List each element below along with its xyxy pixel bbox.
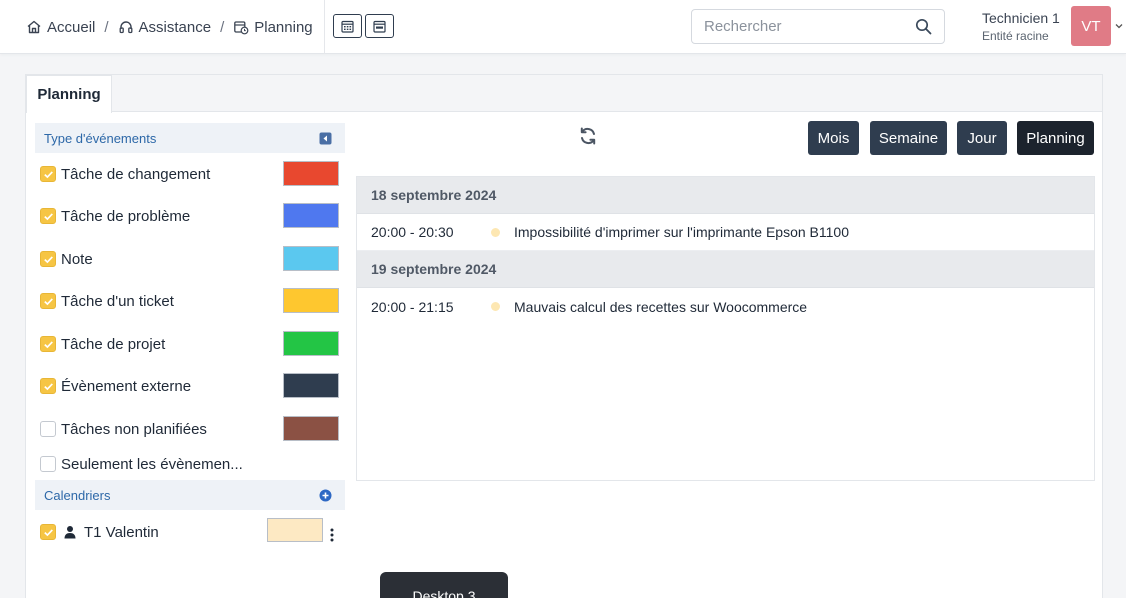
- check-icon: [43, 340, 53, 348]
- view-planning-button[interactable]: Planning: [1017, 121, 1094, 155]
- calendar-checkbox[interactable]: [40, 524, 56, 540]
- refresh-icon[interactable]: [578, 126, 598, 146]
- view-week-button[interactable]: Semaine: [870, 121, 947, 155]
- view-month-button[interactable]: Mois: [808, 121, 859, 155]
- agenda-date-header: 19 septembre 2024: [357, 251, 1094, 288]
- user-icon: [64, 526, 76, 539]
- check-icon: [43, 212, 53, 220]
- breadcrumb-item-planning[interactable]: Planning: [233, 18, 313, 36]
- header-divider: [324, 0, 325, 54]
- calendars-header: Calendriers: [35, 480, 345, 510]
- agenda-event[interactable]: 20:00 - 21:15 Mauvais calcul des recette…: [357, 288, 1094, 325]
- check-icon: [43, 297, 53, 305]
- calendars-title: Calendriers: [44, 487, 111, 503]
- event-type-label: Note: [61, 250, 93, 268]
- event-type-color-swatch[interactable]: [283, 331, 339, 356]
- event-color-dot: [491, 302, 500, 311]
- calendar-grid-icon: [341, 20, 354, 33]
- breadcrumb-label: Accueil: [47, 18, 96, 36]
- kebab-menu-icon[interactable]: [329, 527, 335, 543]
- event-type-label: Tâche d'un ticket: [61, 292, 174, 310]
- breadcrumb-item-accueil[interactable]: Accueil: [26, 19, 95, 36]
- event-type-checkbox[interactable]: [40, 421, 56, 437]
- add-circle-icon[interactable]: [319, 489, 332, 502]
- breadcrumb-label: Planning: [254, 18, 313, 36]
- only-events-row[interactable]: Seulement les évènemen...: [40, 453, 340, 475]
- event-type-color-swatch[interactable]: [283, 203, 339, 228]
- chevron-down-icon[interactable]: [1114, 21, 1124, 31]
- event-type-color-swatch[interactable]: [283, 288, 339, 313]
- view-day-button[interactable]: Jour: [957, 121, 1007, 155]
- calendar-label: T1 Valentin: [84, 523, 159, 541]
- agenda-event[interactable]: 20:00 - 20:30 Impossibilité d'imprimer s…: [357, 214, 1094, 251]
- event-type-checkbox[interactable]: [40, 293, 56, 309]
- event-type-label: Tâche de changement: [61, 165, 211, 183]
- breadcrumb-label: Assistance: [138, 18, 212, 36]
- event-type-color-swatch[interactable]: [283, 161, 339, 186]
- taskbar-tooltip: Desktop 3: [380, 572, 508, 598]
- only-events-checkbox[interactable]: [40, 456, 56, 472]
- calendar-day-button[interactable]: [365, 14, 394, 38]
- event-type-checkbox[interactable]: [40, 251, 56, 267]
- calendar-day-icon: [373, 20, 386, 33]
- event-type-color-swatch[interactable]: [283, 373, 339, 398]
- user-menu[interactable]: Technicien 1 Entité racine: [982, 10, 1060, 43]
- event-color-dot: [491, 228, 500, 237]
- check-icon: [43, 255, 53, 263]
- event-type-checkbox[interactable]: [40, 208, 56, 224]
- event-type-checkbox[interactable]: [40, 378, 56, 394]
- event-type-label: Tâche de projet: [61, 335, 166, 353]
- breadcrumb-item-assistance[interactable]: Assistance: [118, 18, 212, 36]
- agenda-date-header: 18 septembre 2024: [357, 177, 1094, 214]
- search-box: [691, 9, 945, 44]
- event-types-header: Type d'événements: [35, 123, 345, 153]
- avatar[interactable]: VT: [1071, 6, 1111, 46]
- event-type-label: Évènement externe: [61, 377, 192, 395]
- event-type-color-swatch[interactable]: [283, 416, 339, 441]
- calendar-clock-icon: [234, 21, 249, 35]
- tab-planning[interactable]: Planning: [26, 75, 112, 113]
- agenda-list: 18 septembre 2024 20:00 - 20:30 Impossib…: [356, 176, 1095, 481]
- headset-icon: [119, 21, 132, 34]
- top-header: Accueil / Assistance / Planning Technici…: [0, 0, 1126, 54]
- only-events-label: Seulement les évènemen...: [61, 455, 243, 473]
- check-icon: [43, 170, 53, 178]
- event-title: Mauvais calcul des recettes sur Woocomme…: [514, 298, 808, 315]
- home-icon: [27, 20, 41, 34]
- user-entity: Entité racine: [982, 29, 1049, 43]
- event-time: 20:00 - 21:15: [371, 298, 454, 315]
- breadcrumb-separator: /: [104, 18, 109, 36]
- event-type-checkbox[interactable]: [40, 166, 56, 182]
- breadcrumb: Accueil / Assistance / Planning: [26, 0, 313, 54]
- search-input[interactable]: [692, 10, 902, 43]
- planning-card: Planning Type d'événements Tâche de chan…: [25, 74, 1103, 598]
- event-time: 20:00 - 20:30: [371, 224, 454, 240]
- event-types-title: Type d'événements: [44, 130, 157, 146]
- search-icon[interactable]: [915, 18, 932, 35]
- check-icon: [43, 382, 53, 390]
- check-icon: [43, 528, 53, 536]
- calendar-color-swatch[interactable]: [267, 518, 323, 542]
- calendar-month-button[interactable]: [333, 14, 362, 38]
- tab-strip: [26, 75, 1102, 112]
- user-name: Technicien 1: [982, 10, 1060, 26]
- breadcrumb-separator: /: [220, 18, 225, 36]
- event-type-label: Tâche de problème: [61, 207, 191, 225]
- event-title: Impossibilité d'imprimer sur l'imprimant…: [514, 224, 849, 240]
- event-type-checkbox[interactable]: [40, 336, 56, 352]
- collapse-left-icon[interactable]: [319, 132, 332, 145]
- event-type-color-swatch[interactable]: [283, 246, 339, 271]
- event-type-label: Tâches non planifiées: [61, 420, 207, 438]
